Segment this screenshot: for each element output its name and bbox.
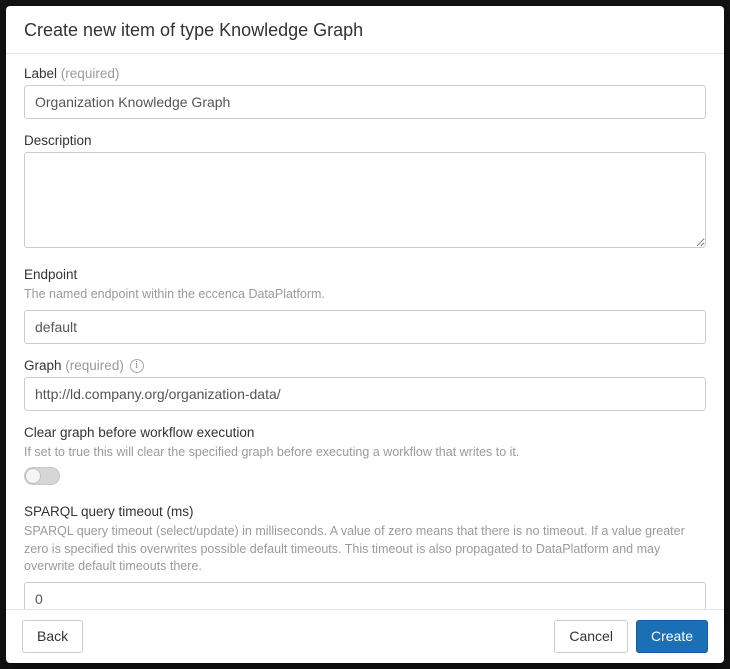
field-query-timeout: SPARQL query timeout (ms) SPARQL query t… xyxy=(24,504,706,609)
back-button[interactable]: Back xyxy=(22,620,83,653)
graph-input[interactable] xyxy=(24,377,706,411)
create-item-dialog: Create new item of type Knowledge Graph … xyxy=(6,6,724,663)
dialog-title: Create new item of type Knowledge Graph xyxy=(24,20,706,41)
graph-required-hint: (required) xyxy=(65,358,124,373)
field-clear-graph: Clear graph before workflow execution If… xyxy=(24,425,706,491)
field-endpoint: Endpoint The named endpoint within the e… xyxy=(24,267,706,344)
create-button[interactable]: Create xyxy=(636,620,708,653)
clear-graph-field-label: Clear graph before workflow execution xyxy=(24,425,706,440)
endpoint-help: The named endpoint within the eccenca Da… xyxy=(24,286,706,304)
graph-label-text: Graph xyxy=(24,358,62,373)
label-input[interactable] xyxy=(24,85,706,119)
label-text: Label xyxy=(24,66,57,81)
query-timeout-help: SPARQL query timeout (select/update) in … xyxy=(24,523,706,576)
clear-graph-help: If set to true this will clear the speci… xyxy=(24,444,706,462)
dialog-body[interactable]: Label (required) Description Endpoint Th… xyxy=(6,54,724,609)
dialog-header: Create new item of type Knowledge Graph xyxy=(6,6,724,54)
query-timeout-field-label: SPARQL query timeout (ms) xyxy=(24,504,706,519)
endpoint-input[interactable] xyxy=(24,310,706,344)
description-textarea[interactable] xyxy=(24,152,706,248)
toggle-knob xyxy=(25,468,41,484)
field-description: Description xyxy=(24,133,706,253)
description-field-label: Description xyxy=(24,133,706,148)
field-label: Label (required) xyxy=(24,66,706,119)
query-timeout-input[interactable] xyxy=(24,582,706,609)
label-required-hint: (required) xyxy=(61,66,120,81)
field-graph: Graph (required) i xyxy=(24,358,706,411)
info-icon[interactable]: i xyxy=(130,359,144,373)
cancel-button[interactable]: Cancel xyxy=(554,620,628,653)
dialog-footer: Back Cancel Create xyxy=(6,609,724,663)
clear-graph-toggle[interactable] xyxy=(24,467,60,485)
graph-field-label: Graph (required) i xyxy=(24,358,706,373)
label-field-label: Label (required) xyxy=(24,66,706,81)
endpoint-field-label: Endpoint xyxy=(24,267,706,282)
